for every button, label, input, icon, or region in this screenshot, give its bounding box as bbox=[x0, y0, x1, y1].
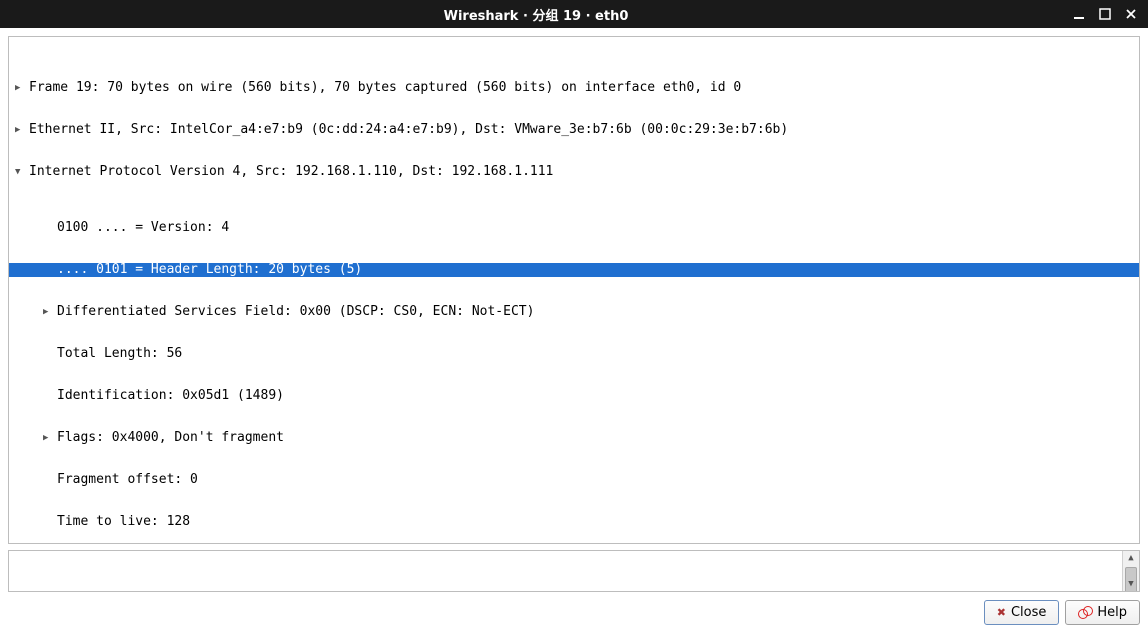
tree-row-ip-dsfield[interactable]: ▶ Differentiated Services Field: 0x00 (D… bbox=[9, 305, 1139, 319]
hex-scrollbar[interactable]: ▲ ▼ bbox=[1122, 551, 1139, 591]
packet-details-panel: ▶ Frame 19: 70 bytes on wire (560 bits),… bbox=[8, 36, 1140, 544]
tree-label: Fragment offset: 0 bbox=[57, 473, 198, 487]
maximize-button[interactable] bbox=[1098, 7, 1112, 21]
tree-row-frame[interactable]: ▶ Frame 19: 70 bytes on wire (560 bits),… bbox=[9, 81, 1139, 95]
help-icon bbox=[1078, 606, 1092, 620]
close-window-button[interactable] bbox=[1124, 7, 1138, 21]
tree-label: Flags: 0x4000, Don't fragment bbox=[57, 431, 284, 445]
tree-label: Ethernet II, Src: IntelCor_a4:e7:b9 (0c:… bbox=[29, 123, 788, 137]
tree-row-ip-header-length[interactable]: .... 0101 = Header Length: 20 bytes (5) bbox=[9, 263, 1139, 277]
tree-row-ip-version[interactable]: 0100 .... = Version: 4 bbox=[9, 221, 1139, 235]
tree-row-ip-frag-offset[interactable]: Fragment offset: 0 bbox=[9, 473, 1139, 487]
window-title: Wireshark · 分组 19 · eth0 bbox=[0, 5, 1072, 24]
tree-label: Internet Protocol Version 4, Src: 192.16… bbox=[29, 165, 553, 179]
hex-dump-body[interactable]: 0000 00 0c 29 3e b7 6b 0c dd 24 a4 e7 b9… bbox=[9, 551, 1122, 591]
tree-row-ip-flags[interactable]: ▶ Flags: 0x4000, Don't fragment bbox=[9, 431, 1139, 445]
tree-label: 0100 .... = Version: 4 bbox=[57, 221, 229, 235]
tree-row-ip-total-length[interactable]: Total Length: 56 bbox=[9, 347, 1139, 361]
hex-dump-panel: 0000 00 0c 29 3e b7 6b 0c dd 24 a4 e7 b9… bbox=[8, 550, 1140, 592]
help-button[interactable]: Help bbox=[1065, 600, 1140, 625]
caret-right-icon: ▶ bbox=[43, 431, 57, 445]
tree-label: .... 0101 = Header Length: 20 bytes (5) bbox=[57, 263, 362, 277]
tree-label: Identification: 0x05d1 (1489) bbox=[57, 389, 284, 403]
packet-details-tree[interactable]: ▶ Frame 19: 70 bytes on wire (560 bits),… bbox=[9, 37, 1139, 544]
help-button-label: Help bbox=[1097, 605, 1127, 620]
tree-label: Total Length: 56 bbox=[57, 347, 182, 361]
minimize-button[interactable] bbox=[1072, 7, 1086, 21]
window-titlebar: Wireshark · 分组 19 · eth0 bbox=[0, 0, 1148, 28]
tree-label: Frame 19: 70 bytes on wire (560 bits), 7… bbox=[29, 81, 741, 95]
tree-row-ip-ttl[interactable]: Time to live: 128 bbox=[9, 515, 1139, 529]
tree-label: Time to live: 128 bbox=[57, 515, 190, 529]
caret-right-icon: ▶ bbox=[15, 81, 29, 95]
scroll-down-icon[interactable]: ▼ bbox=[1123, 577, 1139, 591]
tree-row-ip[interactable]: ▼ Internet Protocol Version 4, Src: 192.… bbox=[9, 165, 1139, 179]
close-button[interactable]: Close bbox=[984, 600, 1060, 625]
close-button-label: Close bbox=[1011, 605, 1046, 620]
scroll-up-icon[interactable]: ▲ bbox=[1123, 551, 1139, 565]
caret-right-icon: ▶ bbox=[43, 305, 57, 319]
dialog-button-row: Close Help bbox=[8, 600, 1140, 625]
caret-right-icon: ▶ bbox=[15, 123, 29, 137]
tree-label: Differentiated Services Field: 0x00 (DSC… bbox=[57, 305, 534, 319]
caret-down-icon: ▼ bbox=[15, 165, 29, 179]
window-controls bbox=[1072, 7, 1148, 21]
tree-row-ethernet[interactable]: ▶ Ethernet II, Src: IntelCor_a4:e7:b9 (0… bbox=[9, 123, 1139, 137]
tree-row-ip-identification[interactable]: Identification: 0x05d1 (1489) bbox=[9, 389, 1139, 403]
close-icon bbox=[997, 605, 1006, 620]
